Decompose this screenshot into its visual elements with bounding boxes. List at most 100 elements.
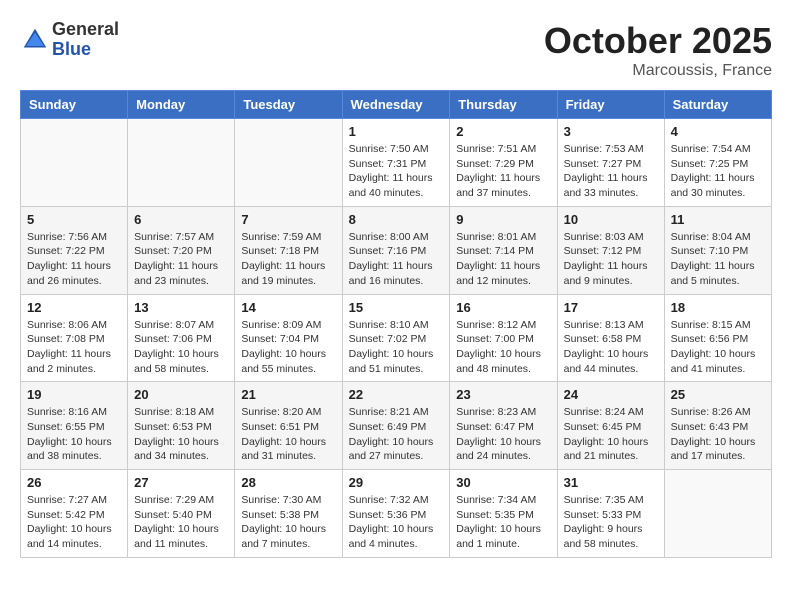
logo: General Blue (20, 20, 119, 60)
day-number: 23 (456, 387, 550, 402)
days-header-row: SundayMondayTuesdayWednesdayThursdayFrid… (21, 91, 772, 119)
calendar-cell: 6Sunrise: 7:57 AM Sunset: 7:20 PM Daylig… (128, 206, 235, 294)
calendar-cell: 24 Sunrise: 8:24 AM Sunset: 6:45 PM Dayli… (557, 382, 664, 470)
logo-icon (20, 25, 50, 55)
calendar-cell: 28Sunrise: 7:30 AM Sunset: 5:38 PM Dayli… (235, 470, 342, 558)
day-number: 25 (671, 387, 765, 402)
day-detail: Sunrise: 8:00 AM Sunset: 7:16 PM Dayligh… (349, 230, 444, 289)
day-number: 22 (349, 387, 444, 402)
week-row-4: 19 Sunrise: 8:16 AM Sunset: 6:55 PM Dayli… (21, 382, 772, 470)
day-number: 14 (241, 300, 335, 315)
calendar-cell: 1 Sunrise: 7:50 AM Sunset: 7:31 PM Daylig… (342, 119, 450, 207)
day-number: 19 (27, 387, 121, 402)
day-header-friday: Friday (557, 91, 664, 119)
day-header-thursday: Thursday (450, 91, 557, 119)
day-number: 27 (134, 475, 228, 490)
day-detail: Sunrise: 8:07 AM Sunset: 7:06 PM Dayligh… (134, 318, 228, 377)
calendar-cell: 27 Sunrise: 7:29 AM Sunset: 5:40 PM Dayli… (128, 470, 235, 558)
location: Marcoussis, France (544, 62, 772, 80)
day-detail: Sunrise: 8:04 AM Sunset: 7:10 PM Dayligh… (671, 230, 765, 289)
calendar-cell: 16 Sunrise: 8:12 AM Sunset: 7:00 PM Dayli… (450, 294, 557, 382)
calendar-cell (128, 119, 235, 207)
day-number: 16 (456, 300, 550, 315)
day-number: 28 (241, 475, 335, 490)
day-detail: Sunrise: 8:24 AM Sunset: 6:45 PM Dayligh… (564, 405, 658, 464)
calendar-cell: 25 Sunrise: 8:26 AM Sunset: 6:43 PM Dayli… (664, 382, 771, 470)
calendar-cell: 13 Sunrise: 8:07 AM Sunset: 7:06 PM Dayli… (128, 294, 235, 382)
calendar-cell (235, 119, 342, 207)
page-header: General Blue October 2025 Marcoussis, Fr… (20, 20, 772, 80)
calendar-cell: 3Sunrise: 7:53 AM Sunset: 7:27 PM Daylig… (557, 119, 664, 207)
day-detail: Sunrise: 7:29 AM Sunset: 5:40 PM Dayligh… (134, 493, 228, 552)
day-detail: Sunrise: 7:57 AM Sunset: 7:20 PM Dayligh… (134, 230, 228, 289)
day-detail: Sunrise: 7:32 AM Sunset: 5:36 PM Dayligh… (349, 493, 444, 552)
calendar-cell: 18 Sunrise: 8:15 AM Sunset: 6:56 PM Dayli… (664, 294, 771, 382)
day-detail: Sunrise: 7:27 AM Sunset: 5:42 PM Dayligh… (27, 493, 121, 552)
calendar-cell: 23Sunrise: 8:23 AM Sunset: 6:47 PM Dayli… (450, 382, 557, 470)
day-detail: Sunrise: 8:09 AM Sunset: 7:04 PM Dayligh… (241, 318, 335, 377)
day-number: 7 (241, 212, 335, 227)
day-header-monday: Monday (128, 91, 235, 119)
day-number: 11 (671, 212, 765, 227)
logo-blue: Blue (52, 40, 119, 60)
day-number: 9 (456, 212, 550, 227)
calendar-cell: 20Sunrise: 8:18 AM Sunset: 6:53 PM Dayli… (128, 382, 235, 470)
day-number: 31 (564, 475, 658, 490)
day-detail: Sunrise: 8:15 AM Sunset: 6:56 PM Dayligh… (671, 318, 765, 377)
logo-text: General Blue (52, 20, 119, 60)
day-detail: Sunrise: 7:54 AM Sunset: 7:25 PM Dayligh… (671, 142, 765, 201)
calendar-cell: 17 Sunrise: 8:13 AM Sunset: 6:58 PM Dayli… (557, 294, 664, 382)
day-number: 12 (27, 300, 121, 315)
calendar-cell: 11 Sunrise: 8:04 AM Sunset: 7:10 PM Dayli… (664, 206, 771, 294)
day-detail: Sunrise: 8:26 AM Sunset: 6:43 PM Dayligh… (671, 405, 765, 464)
calendar-cell: 8 Sunrise: 8:00 AM Sunset: 7:16 PM Daylig… (342, 206, 450, 294)
day-number: 8 (349, 212, 444, 227)
calendar: SundayMondayTuesdayWednesdayThursdayFrid… (20, 90, 772, 558)
calendar-cell: 5 Sunrise: 7:56 AM Sunset: 7:22 PM Daylig… (21, 206, 128, 294)
day-number: 26 (27, 475, 121, 490)
day-detail: Sunrise: 7:59 AM Sunset: 7:18 PM Dayligh… (241, 230, 335, 289)
day-number: 5 (27, 212, 121, 227)
calendar-cell: 29Sunrise: 7:32 AM Sunset: 5:36 PM Dayli… (342, 470, 450, 558)
calendar-cell: 30Sunrise: 7:34 AM Sunset: 5:35 PM Dayli… (450, 470, 557, 558)
day-number: 13 (134, 300, 228, 315)
day-detail: Sunrise: 8:16 AM Sunset: 6:55 PM Dayligh… (27, 405, 121, 464)
day-detail: Sunrise: 8:01 AM Sunset: 7:14 PM Dayligh… (456, 230, 550, 289)
calendar-cell: 19 Sunrise: 8:16 AM Sunset: 6:55 PM Dayli… (21, 382, 128, 470)
day-detail: Sunrise: 8:06 AM Sunset: 7:08 PM Dayligh… (27, 318, 121, 377)
calendar-cell: 12 Sunrise: 8:06 AM Sunset: 7:08 PM Dayli… (21, 294, 128, 382)
day-number: 21 (241, 387, 335, 402)
day-detail: Sunrise: 7:53 AM Sunset: 7:27 PM Dayligh… (564, 142, 658, 201)
day-detail: Sunrise: 8:21 AM Sunset: 6:49 PM Dayligh… (349, 405, 444, 464)
day-detail: Sunrise: 8:20 AM Sunset: 6:51 PM Dayligh… (241, 405, 335, 464)
calendar-cell: 14 Sunrise: 8:09 AM Sunset: 7:04 PM Dayli… (235, 294, 342, 382)
week-row-5: 26 Sunrise: 7:27 AM Sunset: 5:42 PM Dayli… (21, 470, 772, 558)
day-detail: Sunrise: 7:56 AM Sunset: 7:22 PM Dayligh… (27, 230, 121, 289)
day-detail: Sunrise: 8:03 AM Sunset: 7:12 PM Dayligh… (564, 230, 658, 289)
day-detail: Sunrise: 8:13 AM Sunset: 6:58 PM Dayligh… (564, 318, 658, 377)
calendar-cell: 7 Sunrise: 7:59 AM Sunset: 7:18 PM Daylig… (235, 206, 342, 294)
logo-general: General (52, 20, 119, 40)
calendar-cell: 31 Sunrise: 7:35 AM Sunset: 5:33 PM Dayli… (557, 470, 664, 558)
day-number: 30 (456, 475, 550, 490)
day-number: 24 (564, 387, 658, 402)
calendar-cell: 21 Sunrise: 8:20 AM Sunset: 6:51 PM Dayli… (235, 382, 342, 470)
day-detail: Sunrise: 8:10 AM Sunset: 7:02 PM Dayligh… (349, 318, 444, 377)
month-title: October 2025 (544, 20, 772, 62)
title-area: October 2025 Marcoussis, France (544, 20, 772, 80)
calendar-cell: 26 Sunrise: 7:27 AM Sunset: 5:42 PM Dayli… (21, 470, 128, 558)
day-number: 15 (349, 300, 444, 315)
day-detail: Sunrise: 8:18 AM Sunset: 6:53 PM Dayligh… (134, 405, 228, 464)
day-detail: Sunrise: 7:51 AM Sunset: 7:29 PM Dayligh… (456, 142, 550, 201)
day-number: 1 (349, 124, 444, 139)
calendar-cell: 2Sunrise: 7:51 AM Sunset: 7:29 PM Daylig… (450, 119, 557, 207)
day-header-wednesday: Wednesday (342, 91, 450, 119)
day-header-sunday: Sunday (21, 91, 128, 119)
day-number: 17 (564, 300, 658, 315)
day-detail: Sunrise: 8:12 AM Sunset: 7:00 PM Dayligh… (456, 318, 550, 377)
day-detail: Sunrise: 7:35 AM Sunset: 5:33 PM Dayligh… (564, 493, 658, 552)
day-header-saturday: Saturday (664, 91, 771, 119)
day-detail: Sunrise: 7:50 AM Sunset: 7:31 PM Dayligh… (349, 142, 444, 201)
day-number: 18 (671, 300, 765, 315)
day-header-tuesday: Tuesday (235, 91, 342, 119)
